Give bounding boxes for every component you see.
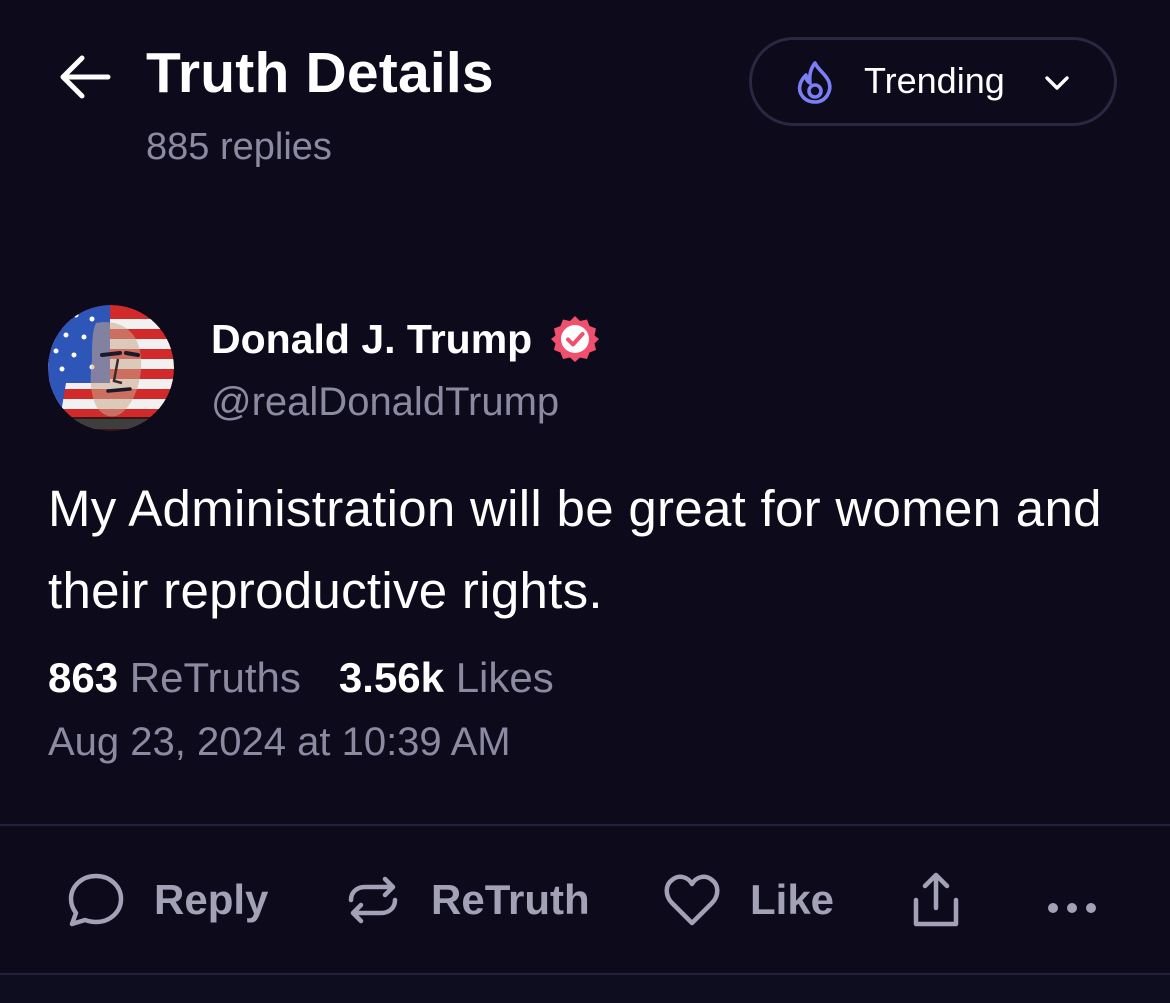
retruths-label[interactable]: ReTruths (130, 654, 301, 701)
page-title: Truth Details (146, 41, 494, 105)
retruth-label: ReTruth (431, 876, 590, 923)
more-button[interactable] (1044, 860, 1104, 940)
sort-dropdown[interactable]: Trending (749, 37, 1117, 126)
comment-icon (68, 873, 124, 927)
heart-icon (664, 874, 720, 926)
author-handle[interactable]: @realDonaldTrump (211, 380, 559, 425)
author-name[interactable]: Donald J. Trump (211, 316, 532, 363)
reply-count: 885 replies (146, 126, 332, 168)
top-bar: Truth Details 885 replies Trending (0, 0, 1170, 200)
reply-button[interactable]: Reply (66, 860, 268, 940)
post-actions: Reply ReTruth Like (0, 860, 1170, 940)
avatar-image (48, 305, 174, 431)
post-stats: 863 ReTruths 3.56k Likes (48, 654, 554, 702)
verified-badge-icon (551, 316, 599, 362)
retruth-button[interactable]: ReTruth (343, 860, 590, 940)
post-timestamp: Aug 23, 2024 at 10:39 AM (48, 720, 511, 764)
share-icon (913, 872, 959, 927)
avatar[interactable] (48, 305, 174, 431)
arrow-left-icon (60, 55, 111, 99)
like-button[interactable]: Like (662, 860, 834, 940)
post-author: Donald J. Trump @realDonaldTrump (0, 300, 1170, 440)
reply-label: Reply (154, 876, 269, 923)
post-text: My Administration will be great for wome… (48, 480, 1102, 619)
more-icon (1048, 903, 1096, 913)
sort-label: Trending (864, 60, 1005, 101)
share-button[interactable] (906, 860, 966, 940)
fire-icon (797, 61, 832, 104)
chevron-down-icon (1045, 76, 1069, 90)
back-button[interactable] (58, 52, 112, 102)
likes-count[interactable]: 3.56k (339, 654, 444, 701)
like-label: Like (750, 876, 835, 923)
next-item-edge (0, 973, 1170, 1003)
retruths-count[interactable]: 863 (48, 654, 118, 701)
divider (0, 824, 1170, 826)
likes-label[interactable]: Likes (456, 654, 554, 701)
retruth-icon (348, 876, 398, 924)
